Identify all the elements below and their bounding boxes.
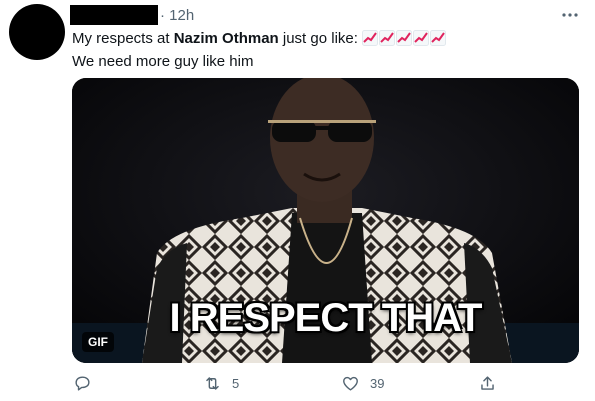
- share-icon: [481, 375, 494, 390]
- tweet-text: My respects at Nazim Othman just go like…: [72, 29, 447, 72]
- gif-badge: GIF: [82, 332, 114, 352]
- tweet-text-line1: My respects at Nazim Othman just go like…: [72, 29, 447, 52]
- retweet-count: 5: [232, 375, 240, 391]
- like-count: 39: [370, 375, 385, 391]
- timestamp[interactable]: · 12h: [160, 7, 194, 25]
- tweet-actions: 5 39: [0, 372, 595, 396]
- mention-link[interactable]: Nazim Othman: [174, 30, 279, 47]
- retweet-button[interactable]: 5: [203, 372, 239, 394]
- heart-icon: [343, 376, 358, 391]
- chart-increasing-emojis: [362, 30, 447, 52]
- gif-media[interactable]: I RESPECT THAT GIF: [72, 78, 579, 363]
- reply-button[interactable]: [73, 372, 102, 394]
- share-button[interactable]: [478, 372, 497, 394]
- redacted-display-name[interactable]: [70, 5, 158, 25]
- text-prefix: My respects at: [72, 30, 174, 47]
- chart-increasing-icon: [413, 30, 430, 46]
- tweet-text-line2: We need more guy like him: [72, 53, 254, 70]
- reply-icon: [75, 375, 90, 391]
- chart-increasing-icon: [379, 30, 396, 46]
- tweet[interactable]: · 12h My respects at Nazim Othman just g…: [0, 0, 595, 401]
- chart-increasing-icon: [396, 30, 413, 46]
- chart-increasing-icon: [430, 30, 447, 46]
- text-suffix: just go like:: [278, 30, 363, 47]
- gif-caption: I RESPECT THAT: [169, 296, 483, 340]
- avatar[interactable]: [9, 4, 65, 60]
- retweet-icon: [206, 376, 219, 390]
- chart-increasing-icon: [362, 30, 379, 46]
- like-button[interactable]: 39: [341, 372, 384, 394]
- more-options-icon[interactable]: [560, 5, 580, 25]
